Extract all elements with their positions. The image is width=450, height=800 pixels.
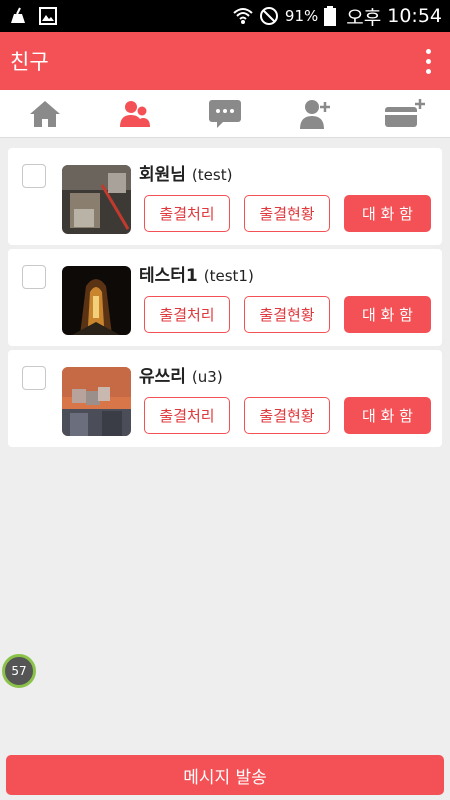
friend-name: 유쓰리 [139,367,186,387]
time-prefix: 오후 [346,6,382,29]
select-checkbox[interactable] [22,164,46,188]
app-bar: 친구 [0,32,450,90]
gallery-icon [39,7,57,25]
chat-room-button[interactable]: 대 화 함 [344,397,431,434]
select-checkbox[interactable] [22,265,46,289]
attendance-status-button[interactable]: 출결현황 [244,195,330,232]
friend-id: (u3) [191,368,223,386]
add-friend-icon [300,99,330,129]
tab-chat[interactable] [195,92,255,136]
tab-home[interactable] [15,92,75,136]
chat-room-button[interactable]: 대 화 함 [344,296,431,333]
battery-icon [324,6,337,26]
friend-card: 테스터1 (test1) 출결처리 출결현황 대 화 함 [8,249,442,346]
avatar[interactable] [62,367,131,436]
home-icon [30,100,60,127]
friends-icon [120,100,150,127]
select-checkbox[interactable] [22,366,46,390]
friend-id: (test) [191,166,233,184]
attendance-process-button[interactable]: 출결처리 [144,397,230,434]
friend-card: 유쓰리 (u3) 출결처리 출결현황 대 화 함 [8,350,442,447]
avatar[interactable] [62,266,131,335]
battery-percent: 91% [284,7,319,25]
wifi-icon [233,8,253,24]
tab-add-friend[interactable] [285,92,345,136]
cleaner-icon [11,7,25,23]
friend-id: (test1) [203,267,254,285]
attendance-status-button[interactable]: 출결현황 [244,296,330,333]
friend-list: 회원님 (test) 출결처리 출결현황 대 화 함 테스터1 (test1) … [8,148,442,451]
friend-name: 회원님 [139,165,186,185]
tab-friends[interactable] [105,92,165,136]
attendance-process-button[interactable]: 출결처리 [144,195,230,232]
attendance-status-button[interactable]: 출결현황 [244,397,330,434]
tab-add-card[interactable] [375,92,435,136]
floating-counter-badge[interactable]: 57 [2,654,36,688]
chat-icon [209,99,241,128]
avatar[interactable] [62,165,131,234]
clock: 10:54 [387,5,442,27]
overflow-menu-icon[interactable] [416,41,440,81]
chat-room-button[interactable]: 대 화 함 [344,195,431,232]
status-bar: 91% 오후 10:54 [0,0,450,32]
friend-card: 회원님 (test) 출결처리 출결현황 대 화 함 [8,148,442,245]
tab-bar [0,90,450,138]
send-message-button[interactable]: 메시지 발송 [6,755,444,795]
friend-name: 테스터1 [139,266,198,286]
page-title: 친구 [10,50,49,74]
attendance-process-button[interactable]: 출결처리 [144,296,230,333]
do-not-disturb-icon [259,7,278,25]
add-card-icon [385,98,425,127]
